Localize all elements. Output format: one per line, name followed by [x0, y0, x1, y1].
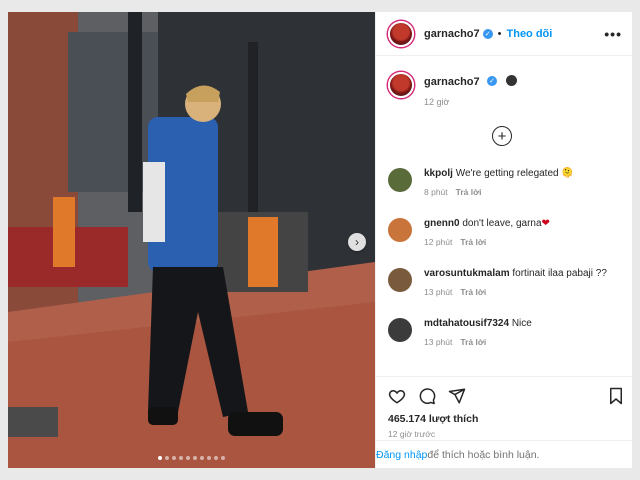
- photo-scene: [8, 12, 375, 468]
- caption-time: 12 giờ: [424, 97, 450, 107]
- heart-icon: [388, 389, 406, 404]
- next-photo-button[interactable]: ›: [348, 233, 366, 251]
- send-icon: [448, 388, 466, 404]
- bookmark-icon: [610, 387, 622, 405]
- comment-time: 12 phút: [424, 237, 453, 247]
- load-more-comments-button[interactable]: +: [492, 126, 512, 146]
- comment-text: We're getting relegated 🫠: [455, 168, 574, 179]
- carousel-dot: [165, 456, 169, 460]
- login-prompt-text: để thích hoặc bình luận.: [427, 448, 540, 461]
- post-photo[interactable]: ›: [8, 12, 375, 468]
- login-prompt: Đăng nhập để thích hoặc bình luận.: [376, 440, 632, 468]
- comment-time: 13 phút: [424, 287, 453, 297]
- like-count[interactable]: 465.174 lượt thích: [376, 413, 632, 425]
- comment-avatar[interactable]: [388, 318, 412, 342]
- comment-username[interactable]: gnenn0: [424, 218, 460, 229]
- comment-text: fortinait ilaa pabaji ??: [512, 268, 607, 279]
- chevron-right-icon: ›: [355, 235, 359, 249]
- plus-icon: +: [497, 127, 507, 145]
- comment-username[interactable]: kkpolj: [424, 168, 453, 179]
- comment-item: gnenn0 don't leave, garna❤ 12 phút Trả lời: [388, 218, 624, 247]
- comment-avatar[interactable]: [388, 168, 412, 192]
- verified-badge-icon: ✓: [482, 28, 493, 39]
- more-options-button[interactable]: •••: [604, 26, 622, 42]
- post-header: garnacho7 ✓ • Theo dõi •••: [376, 12, 632, 56]
- carousel-dot: [179, 456, 183, 460]
- comment-username[interactable]: varosuntukmalam: [424, 268, 510, 279]
- avatar[interactable]: [388, 20, 414, 47]
- carousel-dot: [214, 456, 218, 460]
- share-button[interactable]: [448, 387, 466, 405]
- heart-emoji-icon: ❤: [541, 218, 550, 229]
- post-sidebar: garnacho7 ✓ • Theo dõi ••• garnacho7 ✓ 1…: [375, 12, 632, 468]
- like-button[interactable]: [388, 387, 406, 405]
- carousel-dot: [186, 456, 190, 460]
- comment-item: mdtahatousif7324 Nice 13 phút Trả lời: [388, 318, 624, 347]
- caption-avatar[interactable]: [388, 72, 414, 98]
- comment-icon: [419, 388, 436, 405]
- login-link[interactable]: Đăng nhập: [376, 449, 427, 461]
- reply-button[interactable]: Trả lời: [460, 337, 486, 347]
- carousel-dot: [193, 456, 197, 460]
- carousel-dot: [172, 456, 176, 460]
- caption-username[interactable]: garnacho7: [424, 76, 480, 88]
- reply-button[interactable]: Trả lời: [456, 187, 482, 197]
- save-button[interactable]: [608, 387, 624, 405]
- follow-button[interactable]: Theo dõi: [507, 28, 553, 40]
- separator-dot: •: [497, 27, 502, 40]
- comment-avatar[interactable]: [388, 218, 412, 242]
- carousel-dot: [221, 456, 225, 460]
- reply-button[interactable]: Trả lời: [460, 237, 486, 247]
- comment-item: varosuntukmalam fortinait ilaa pabaji ??…: [388, 268, 624, 297]
- username[interactable]: garnacho7: [424, 28, 480, 40]
- carousel-dots: [8, 456, 375, 460]
- post-modal: › garnacho7 ✓ • Theo dõi ••• garnacho7 ✓…: [8, 12, 632, 468]
- comment-item: kkpolj We're getting relegated 🫠 8 phút Tr…: [388, 168, 624, 197]
- caption-emoji-icon: [505, 75, 517, 87]
- comment-text: don't leave, garna: [462, 218, 542, 229]
- comment-button[interactable]: [418, 387, 436, 405]
- carousel-dot: [200, 456, 204, 460]
- carousel-dot: [207, 456, 211, 460]
- comment-text: Nice: [511, 318, 532, 329]
- comment-username[interactable]: mdtahatousif7324: [424, 318, 509, 329]
- carousel-dot: [158, 456, 162, 460]
- post-time: 12 giờ trước: [388, 429, 436, 439]
- reply-button[interactable]: Trả lời: [460, 287, 486, 297]
- verified-badge-icon: ✓: [487, 75, 498, 86]
- comment-time: 13 phút: [424, 337, 453, 347]
- caption: garnacho7 ✓ 12 giờ: [388, 72, 517, 107]
- comment-avatar[interactable]: [388, 268, 412, 292]
- comment-time: 8 phút: [424, 187, 448, 197]
